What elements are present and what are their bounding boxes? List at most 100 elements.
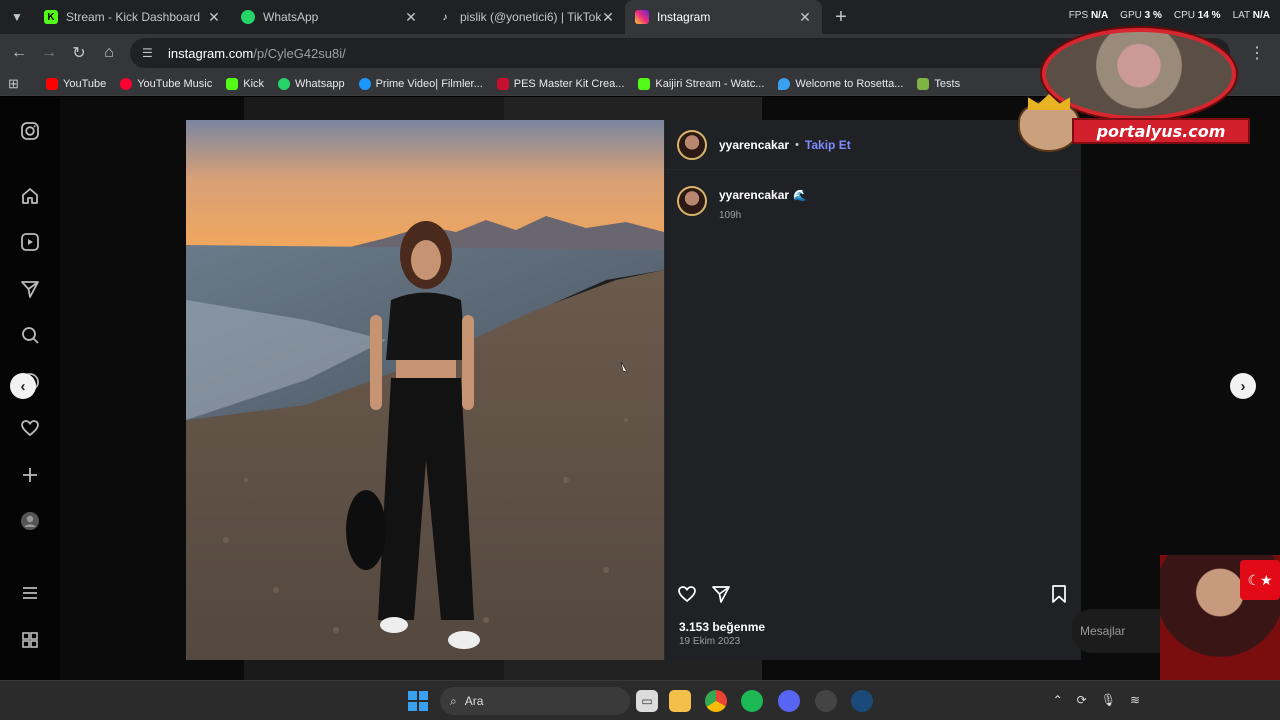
spotify-icon[interactable]	[741, 690, 763, 712]
kick-icon	[638, 77, 651, 90]
cpu-value: 14 %	[1197, 10, 1221, 21]
bookmark-label: Kaijiri Stream - Watc...	[655, 77, 765, 90]
tab-title: Stream - Kick Dashboard	[66, 10, 201, 24]
url-path: /p/CyleG42su8i/	[253, 45, 346, 61]
search-icon: ⌕	[450, 693, 457, 708]
comment-username[interactable]: yyarencakar	[719, 188, 789, 202]
bookmark-youtube[interactable]: YouTube	[46, 77, 106, 90]
url-host: instagram.com	[168, 45, 254, 61]
save-bookmark-icon[interactable]	[1049, 584, 1069, 604]
kick-icon: K	[44, 10, 58, 24]
turkish-flag-icon: ☾★	[1240, 560, 1280, 600]
tray-chevron-icon[interactable]: ⌃	[1053, 693, 1063, 707]
search-icon[interactable]	[19, 324, 41, 346]
file-explorer-icon[interactable]	[669, 690, 691, 712]
youtube-music-icon	[120, 77, 133, 90]
post-username[interactable]: yyarencakar	[719, 138, 789, 152]
obs-icon[interactable]	[815, 690, 837, 712]
create-icon[interactable]	[19, 464, 41, 486]
bookmark-label: Welcome to Rosetta...	[795, 77, 904, 90]
fps-label: FPS	[1068, 10, 1089, 21]
wifi-icon[interactable]: ≋	[1130, 693, 1140, 707]
tab-title: WhatsApp	[263, 10, 319, 24]
site-info-icon[interactable]: ☰	[142, 46, 158, 60]
profile-avatar-icon[interactable]	[19, 510, 41, 532]
close-icon[interactable]: ✕	[601, 9, 615, 26]
apps-grid-icon[interactable]: ⊞	[8, 76, 28, 92]
gpu-value: 3 %	[1144, 10, 1162, 21]
lat-value: N/A	[1252, 10, 1270, 21]
tab-tiktok[interactable]: ♪ pislik (@yonetici6) | TikTok ✕	[428, 0, 625, 34]
messages-label: Mesajlar	[1080, 624, 1126, 638]
microphone-icon[interactable]: 🎙	[1101, 693, 1116, 707]
previous-post-button[interactable]: ‹	[10, 373, 36, 399]
instagram-page: yyarencakar • Takip Et yyarencakar 🌊 109h	[0, 97, 1280, 680]
follow-button[interactable]: Takip Et	[805, 138, 851, 152]
like-heart-icon[interactable]	[677, 584, 697, 604]
new-tab-button[interactable]: +	[826, 2, 856, 32]
tab-strip: ▼ K Stream - Kick Dashboard ✕ WhatsApp ✕…	[0, 0, 1280, 34]
home-icon[interactable]	[19, 185, 41, 207]
steam-icon[interactable]	[851, 690, 873, 712]
post-actions: 3.153 beğenme 19 Ekim 2023	[665, 584, 1081, 660]
fps-value: N/A	[1090, 10, 1109, 21]
kick-icon	[226, 77, 239, 90]
like-count[interactable]: 3.153 beğenme	[679, 620, 765, 634]
bookmark-rosetta[interactable]: Welcome to Rosetta...	[778, 77, 904, 90]
close-icon[interactable]: ✕	[207, 9, 221, 26]
comment-time[interactable]: 109h	[719, 210, 807, 221]
instagram-logo-icon[interactable]	[19, 120, 41, 142]
bookmark-tests[interactable]: Tests	[917, 77, 960, 90]
direct-send-icon[interactable]	[19, 278, 41, 300]
bookmark-whatsapp[interactable]: Whatsapp	[278, 77, 345, 90]
forward-icon[interactable]: →	[34, 38, 64, 68]
wave-emoji-icon: 🌊	[793, 190, 807, 202]
taskbar-search[interactable]: ⌕ Ara	[440, 687, 630, 715]
sync-icon[interactable]: ⟳	[1077, 693, 1087, 707]
post-photo-image	[186, 120, 664, 660]
windows-start-icon[interactable]	[408, 691, 428, 711]
avatar[interactable]	[677, 129, 707, 160]
chrome-icon[interactable]	[705, 690, 727, 712]
tab-instagram[interactable]: Instagram ✕	[625, 0, 822, 34]
share-send-icon[interactable]	[711, 584, 731, 604]
instagram-icon	[635, 10, 649, 24]
reels-icon[interactable]	[19, 231, 41, 253]
post-side-panel: yyarencakar • Takip Et yyarencakar 🌊 109h	[664, 120, 1081, 660]
gpu-label: GPU	[1120, 10, 1142, 21]
bookmark-label: YouTube Music	[137, 77, 213, 90]
tab-search-icon[interactable]: ▼	[0, 0, 34, 34]
reload-icon[interactable]: ↻	[64, 38, 94, 68]
task-view-icon[interactable]: ▭	[636, 690, 658, 712]
bookmark-label: Kick	[243, 77, 265, 90]
bookmark-kaijiri[interactable]: Kaijiri Stream - Watc...	[638, 77, 765, 90]
windows-taskbar: ⌕ Ara ▭ ⌃ ⟳ 🎙 ≋	[0, 680, 1280, 720]
post-photo[interactable]	[186, 120, 664, 660]
close-icon[interactable]: ✕	[404, 9, 418, 26]
more-menu-icon[interactable]	[19, 582, 41, 604]
threads-apps-icon[interactable]	[19, 629, 41, 651]
avatar[interactable]	[677, 186, 707, 216]
bookmark-youtube-music[interactable]: YouTube Music	[120, 77, 213, 90]
bookmark-label: Whatsapp	[295, 77, 345, 90]
bookmark-prime-video[interactable]: Prime Video| Filmler...	[358, 77, 483, 90]
rosetta-icon	[778, 77, 791, 90]
bookmark-kick[interactable]: Kick	[226, 77, 265, 90]
bookmark-pes-master[interactable]: PES Master Kit Crea...	[496, 77, 624, 90]
tab-kick[interactable]: K Stream - Kick Dashboard ✕	[34, 0, 231, 34]
tests-icon	[917, 77, 930, 90]
home-icon[interactable]: ⌂	[94, 38, 124, 68]
tab-whatsapp[interactable]: WhatsApp ✕	[231, 0, 428, 34]
next-post-button[interactable]: ›	[1230, 373, 1256, 399]
discord-icon[interactable]	[778, 690, 800, 712]
tab-title: Instagram	[657, 10, 711, 24]
heart-icon[interactable]	[19, 417, 41, 439]
back-icon[interactable]: ←	[4, 38, 34, 68]
performance-stats: FPS N/A GPU 3 % CPU 14 % LAT N/A	[1069, 10, 1270, 21]
brand-text: portalyus.com	[1096, 121, 1226, 141]
whatsapp-icon	[241, 10, 255, 24]
menu-kebab-icon[interactable]: ⋮	[1242, 38, 1272, 68]
lat-label: LAT	[1232, 10, 1250, 21]
close-icon[interactable]: ✕	[798, 9, 812, 26]
cpu-label: CPU	[1173, 10, 1195, 21]
